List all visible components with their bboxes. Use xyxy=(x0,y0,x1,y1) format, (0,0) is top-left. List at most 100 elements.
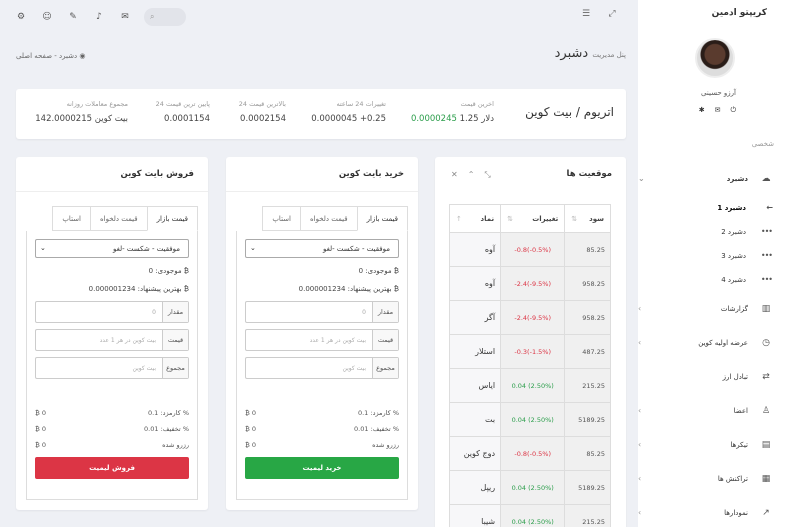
total-field[interactable]: مجموع بیت کوین xyxy=(35,357,189,379)
sidebar-item-dashboard[interactable]: ⌄ دشبرد ☁ xyxy=(638,162,788,196)
user-name: آرزو حسینی xyxy=(701,89,736,97)
sell-limit-button[interactable]: فروش لیمیت xyxy=(35,457,189,479)
tab-limit-price[interactable]: قیمت دلخواه xyxy=(300,206,358,231)
avatar[interactable] xyxy=(695,38,735,78)
buy-tabs: قیمت بازار قیمت دلخواه استاپ xyxy=(262,206,408,231)
tab-stop[interactable]: استاپ xyxy=(262,206,301,231)
sell-panel: فروش بایت کوین قیمت بازار قیمت دلخواه اس… xyxy=(16,157,208,510)
header-right-icons: ☰ ⤢ xyxy=(580,8,618,20)
clock-icon: ◷ xyxy=(762,338,770,348)
reserved-row: ₿ 0 رزرو شده xyxy=(35,441,189,449)
positions-table: نماد ↑ تغییرات ⇅ سود ⇅ آوه -0.8(-0.5%) 85.25 آ… xyxy=(448,204,611,527)
sidebar-menu: ⌄ دشبرد ☁ دشبرد 1 ← دشبرد 2 ••• دشبرد 3 ••• د… xyxy=(638,162,788,527)
sidebar-item-transactions[interactable]: ‹ تراکنش ها ▦ xyxy=(638,462,788,496)
table-row[interactable]: دوج کوین -0.8(-0.5%) 85.25 xyxy=(448,436,611,471)
sidebar-subitem-dashboard-4[interactable]: دشبرد 4 ••• xyxy=(638,268,788,292)
feedback-icon[interactable]: ✎ xyxy=(66,10,80,24)
stat-last-price: اخرین قیمت 0.0000245 1.25 دلار xyxy=(410,100,494,124)
cell-symbol: ایاس xyxy=(448,368,502,403)
cell-profit: 215.25 xyxy=(564,504,611,527)
brand-logo: کریپتو ادمین xyxy=(711,8,767,18)
chevron-left-icon: ‹ xyxy=(638,406,642,415)
sidebar-item-tickers[interactable]: ‹ تیکرها ▤ xyxy=(638,428,788,462)
stat-24h-low: پایین ترین قیمت 24 0.0001154 xyxy=(155,100,210,124)
tab-limit-price[interactable]: قیمت دلخواه xyxy=(90,206,148,231)
table-row[interactable]: آوه -2.4(-9.5%) 958.25 xyxy=(448,266,611,301)
order-status-select[interactable]: ⌄ موفقیت - شکست -لغو xyxy=(35,239,189,258)
amount-field[interactable]: مقدار 0 xyxy=(245,301,399,323)
balance-text: موجودی: 0 ₿ xyxy=(148,267,189,275)
settings-gear-icon[interactable]: ⚙ xyxy=(14,10,28,24)
price-field[interactable]: قیمت بیت کوین در هر 1 عدد xyxy=(35,329,189,351)
stat-daily-volume: مجموع معاملات روزانه 142.0000215 بیت کوی… xyxy=(35,100,128,124)
discount-row: ₿ 0 تخفیف: 0.01 % xyxy=(245,425,399,433)
sell-tabs: قیمت بازار قیمت دلخواه استاپ xyxy=(52,206,198,231)
ticker-icon: ▤ xyxy=(761,440,771,450)
trading-pair: اتریوم / بیت کوین xyxy=(525,105,614,119)
cell-symbol: ریپل xyxy=(448,470,502,505)
search-input[interactable]: ⌕ xyxy=(144,8,186,26)
column-profit[interactable]: سود ⇅ xyxy=(564,204,611,233)
sidebar-item-exchange[interactable]: تبادل ارز ⇄ xyxy=(638,360,788,394)
fullscreen-icon[interactable]: ⤢ xyxy=(606,8,618,20)
best-offer-text: بهترین پیشنهاد: 0.000001234 ₿ xyxy=(298,285,399,293)
cell-symbol: شیبا xyxy=(448,504,502,527)
sidebar-item-charts[interactable]: ‹ نمودارها ↗ xyxy=(638,496,788,527)
cell-profit: 487.25 xyxy=(564,334,611,369)
tab-market-price[interactable]: قیمت بازار xyxy=(356,206,408,231)
buy-limit-button[interactable]: خرید لیمیت xyxy=(245,457,399,479)
table-row[interactable]: شیبا 0.04 (2.50%) 215.25 xyxy=(448,504,611,527)
expand-icon[interactable]: ⤡ xyxy=(484,170,490,180)
cell-profit: 5189.25 xyxy=(564,470,611,505)
user-actions: ✱ ✉ ⏻ xyxy=(699,106,736,115)
fee-row: ₿ 0 کارمزد: 0.1 % xyxy=(245,409,399,417)
column-symbol[interactable]: نماد ↑ xyxy=(448,204,502,233)
exchange-icon: ⇄ xyxy=(762,372,770,382)
user-avatar-icon[interactable]: ☺ xyxy=(40,10,54,24)
cell-change: 0.04 (2.50%) xyxy=(500,402,566,437)
cell-symbol: آوه xyxy=(448,266,502,301)
sidebar-item-reports[interactable]: ‹ گزارشات ▥ xyxy=(638,292,788,326)
chart-icon: ▥ xyxy=(761,304,771,314)
breadcrumb-home[interactable]: صفحه اصلی xyxy=(16,52,52,60)
sidebar: کریپتو ادمین آرزو حسینی ✱ ✉ ⏻ شخصی ⌄ دشبر… xyxy=(638,0,788,527)
sidebar-subitem-dashboard-1[interactable]: دشبرد 1 ← xyxy=(638,196,788,220)
arrow-left-icon: ← xyxy=(766,203,773,212)
total-field[interactable]: مجموع بیت کوین xyxy=(245,357,399,379)
order-status-select[interactable]: ⌄ موفقیت - شکست -لغو xyxy=(245,239,399,258)
notification-bell-icon[interactable]: ♪ xyxy=(92,10,106,24)
positions-card: موقعیت ها ✕ ⌃ ⤡ نماد ↑ تغییرات ⇅ سود ⇅ آوه -… xyxy=(435,157,626,527)
menu-toggle-icon[interactable]: ☰ xyxy=(580,8,592,20)
table-row[interactable]: آگر -2.4(-9.5%) 958.25 xyxy=(448,300,611,335)
cell-change: -2.4(-9.5%) xyxy=(500,300,566,335)
settings-icon[interactable]: ✱ xyxy=(699,106,705,115)
dashboard-icon: ☁ xyxy=(761,174,771,184)
sidebar-subitem-dashboard-3[interactable]: دشبرد 3 ••• xyxy=(638,244,788,268)
mail-icon[interactable]: ✉ xyxy=(118,10,132,24)
transactions-icon: ▦ xyxy=(761,474,771,484)
close-icon[interactable]: ✕ xyxy=(451,170,458,180)
sidebar-subitem-dashboard-2[interactable]: دشبرد 2 ••• xyxy=(638,220,788,244)
tab-market-price[interactable]: قیمت بازار xyxy=(146,206,198,231)
sidebar-item-members[interactable]: ‹ اعضا ♙ xyxy=(638,394,788,428)
user-icon: ♙ xyxy=(761,406,771,416)
mail-icon[interactable]: ✉ xyxy=(715,106,721,115)
cell-profit: 958.25 xyxy=(564,300,611,335)
collapse-icon[interactable]: ⌃ xyxy=(468,170,475,180)
table-row[interactable]: استلار -0.3(-1.5%) 487.25 xyxy=(448,334,611,369)
tab-stop[interactable]: استاپ xyxy=(52,206,91,231)
chevron-left-icon: ‹ xyxy=(638,440,642,449)
cell-profit: 85.25 xyxy=(564,436,611,471)
reserved-row: ₿ 0 رزرو شده xyxy=(245,441,399,449)
cell-profit: 215.25 xyxy=(564,368,611,403)
column-change[interactable]: تغییرات ⇅ xyxy=(500,204,566,233)
table-row[interactable]: ریپل 0.04 (2.50%) 5189.25 xyxy=(448,470,611,505)
cell-change: -0.3(-1.5%) xyxy=(500,334,566,369)
amount-field[interactable]: مقدار 0 xyxy=(35,301,189,323)
table-row[interactable]: آوه -0.8(-0.5%) 85.25 xyxy=(448,232,611,267)
price-field[interactable]: قیمت بیت کوین در هر 1 عدد xyxy=(245,329,399,351)
power-icon[interactable]: ⏻ xyxy=(730,106,736,115)
table-row[interactable]: بت 0.04 (2.50%) 5189.25 xyxy=(448,402,611,437)
table-row[interactable]: ایاس 0.04 (2.50%) 215.25 xyxy=(448,368,611,403)
sidebar-item-ico[interactable]: ‹ عرضه اولیه کوین ◷ xyxy=(638,326,788,360)
